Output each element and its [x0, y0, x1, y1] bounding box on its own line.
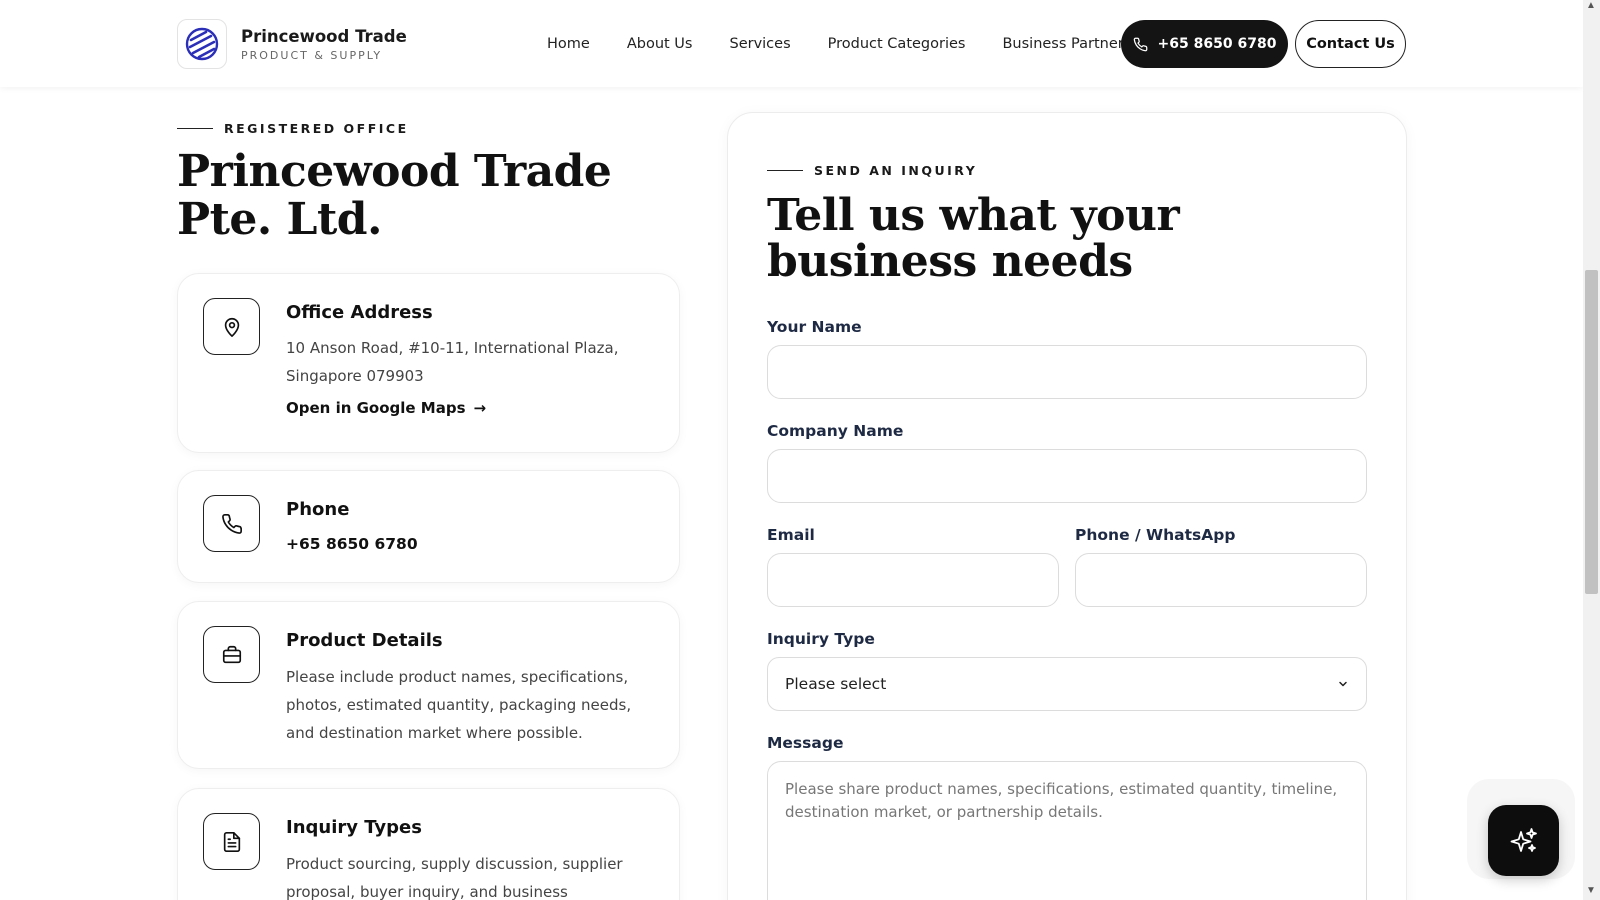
map-pin-icon [203, 298, 260, 355]
email-input[interactable] [767, 553, 1059, 607]
inquiry-types-card: Inquiry Types Product sourcing, supply d… [177, 788, 680, 900]
office-eyebrow-label: REGISTERED OFFICE [224, 121, 409, 136]
call-button-label: +65 8650 6780 [1157, 36, 1277, 52]
assistant-button[interactable] [1488, 805, 1559, 876]
nav-home[interactable]: Home [547, 36, 590, 52]
phone-title: Phone [286, 499, 350, 520]
product-details-text: Please include product names, specificat… [286, 668, 632, 742]
brand-tagline: PRODUCT & SUPPLY [241, 48, 383, 62]
contact-us-button[interactable]: Contact Us [1295, 20, 1406, 68]
nav-about-us[interactable]: About Us [627, 36, 693, 52]
eyebrow-divider [177, 127, 213, 130]
address-title: Office Address [286, 302, 433, 323]
google-maps-link[interactable]: Open in Google Maps → [286, 399, 486, 417]
message-label: Message [767, 734, 844, 752]
office-eyebrow: REGISTERED OFFICE [177, 121, 409, 136]
brand-name: Princewood Trade [241, 26, 407, 46]
company-input[interactable] [767, 449, 1367, 503]
eyebrow-divider [767, 169, 803, 172]
scroll-down-icon[interactable]: ▼ [1586, 885, 1596, 896]
address-card: Office Address 10 Anson Road, #10-11, In… [177, 273, 680, 453]
scroll-up-icon[interactable]: ▲ [1586, 0, 1596, 11]
briefcase-icon [203, 626, 260, 683]
page-scrollbar[interactable]: ▲ ▼ [1583, 0, 1600, 900]
phone-icon [1133, 37, 1147, 51]
chevron-down-icon [1339, 681, 1347, 687]
form-eyebrow: SEND AN INQUIRY [767, 163, 977, 178]
logo-icon [177, 19, 227, 69]
document-icon [203, 813, 260, 870]
name-label: Your Name [767, 318, 862, 336]
phone-whatsapp-label: Phone / WhatsApp [1075, 526, 1236, 544]
scrollbar-thumb[interactable] [1585, 270, 1598, 594]
inquiry-type-label: Inquiry Type [767, 630, 875, 648]
nav-product-categories[interactable]: Product Categories [828, 36, 966, 52]
company-label: Company Name [767, 422, 904, 440]
product-details-card: Product Details Please include product n… [177, 601, 680, 769]
product-details-title: Product Details [286, 630, 443, 651]
name-input[interactable] [767, 345, 1367, 399]
email-label: Email [767, 526, 815, 544]
message-placeholder: Please share product names, specificatio… [785, 780, 1338, 821]
message-textarea[interactable]: Please share product names, specificatio… [767, 761, 1367, 900]
phone-number-link[interactable]: +65 8650 6780 [286, 535, 418, 553]
form-title: Tell us what your business needs [767, 190, 1180, 287]
inquiry-types-text: Product sourcing, supply discussion, sup… [286, 855, 623, 900]
inquiry-type-selected: Please select [785, 675, 887, 693]
form-eyebrow-label: SEND AN INQUIRY [814, 163, 978, 178]
inquiry-type-select[interactable]: Please select [767, 657, 1367, 711]
inquiry-form-panel: SEND AN INQUIRY Tell us what your busine… [727, 112, 1407, 900]
brand[interactable]: Princewood Trade PRODUCT & SUPPLY [177, 19, 407, 69]
phone-icon [203, 495, 260, 552]
nav-services[interactable]: Services [729, 36, 790, 52]
phone-whatsapp-input[interactable] [1075, 553, 1367, 607]
site-header: Princewood Trade PRODUCT & SUPPLY Home A… [0, 0, 1583, 87]
call-button[interactable]: +65 8650 6780 [1121, 20, 1288, 68]
address-text: 10 Anson Road, #10-11, International Pla… [286, 339, 619, 385]
google-maps-link-label: Open in Google Maps [286, 399, 466, 417]
office-title: Princewood Trade Pte. Ltd. [177, 146, 612, 245]
nav-business-partners[interactable]: Business Partners [1002, 36, 1131, 52]
arrow-right-icon: → [473, 399, 487, 417]
phone-card: Phone +65 8650 6780 [177, 470, 680, 583]
inquiry-types-title: Inquiry Types [286, 817, 422, 838]
main-nav: Home About Us Services Product Categorie… [547, 0, 1131, 88]
sparkles-icon [1510, 827, 1537, 852]
